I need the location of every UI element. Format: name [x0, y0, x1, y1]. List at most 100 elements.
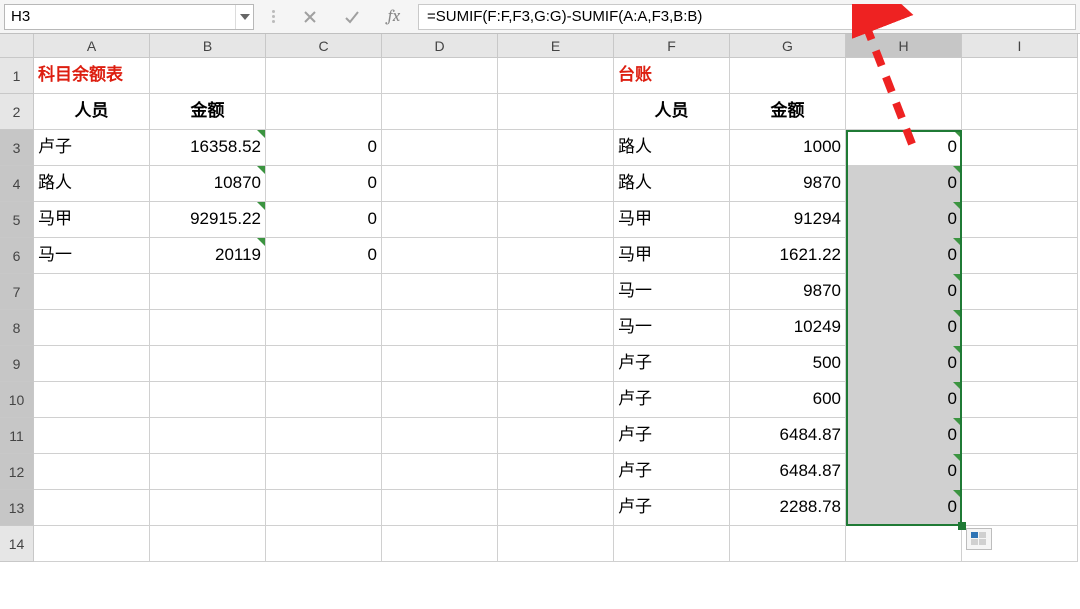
- cell[interactable]: 金额: [730, 94, 846, 130]
- cell[interactable]: [382, 166, 498, 202]
- cell[interactable]: [498, 526, 614, 562]
- cell-active[interactable]: 0: [846, 130, 962, 166]
- name-box[interactable]: [5, 5, 235, 29]
- cell[interactable]: [382, 274, 498, 310]
- cell[interactable]: [962, 310, 1078, 346]
- cell[interactable]: 16358.52: [150, 130, 266, 166]
- row-header[interactable]: 10: [0, 382, 34, 418]
- col-header-A[interactable]: A: [34, 34, 150, 58]
- cell[interactable]: 0: [846, 274, 962, 310]
- cell[interactable]: [266, 58, 382, 94]
- cell[interactable]: 6484.87: [730, 418, 846, 454]
- col-header-D[interactable]: D: [382, 34, 498, 58]
- col-header-B[interactable]: B: [150, 34, 266, 58]
- cell[interactable]: [962, 382, 1078, 418]
- cell[interactable]: [266, 310, 382, 346]
- row-header[interactable]: 8: [0, 310, 34, 346]
- cell[interactable]: [34, 310, 150, 346]
- cell[interactable]: 路人: [34, 166, 150, 202]
- cell[interactable]: [962, 274, 1078, 310]
- cell[interactable]: [962, 238, 1078, 274]
- col-header-H[interactable]: H: [846, 34, 962, 58]
- row-header[interactable]: 6: [0, 238, 34, 274]
- cell[interactable]: 路人: [614, 130, 730, 166]
- cell[interactable]: 0: [266, 130, 382, 166]
- cell[interactable]: 卢子: [34, 130, 150, 166]
- cell[interactable]: [150, 274, 266, 310]
- row-header[interactable]: 12: [0, 454, 34, 490]
- cell[interactable]: [962, 418, 1078, 454]
- cell[interactable]: [266, 382, 382, 418]
- cell[interactable]: 人员: [34, 94, 150, 130]
- cell[interactable]: 马甲: [34, 202, 150, 238]
- cell[interactable]: 10870: [150, 166, 266, 202]
- cell[interactable]: [962, 202, 1078, 238]
- col-header-I[interactable]: I: [962, 34, 1078, 58]
- cell[interactable]: 马一: [34, 238, 150, 274]
- cell[interactable]: [498, 130, 614, 166]
- cell[interactable]: 9870: [730, 166, 846, 202]
- cell[interactable]: [498, 346, 614, 382]
- cell[interactable]: 马甲: [614, 238, 730, 274]
- cell[interactable]: [962, 346, 1078, 382]
- cell[interactable]: 0: [846, 202, 962, 238]
- cell[interactable]: [34, 274, 150, 310]
- cell[interactable]: [498, 490, 614, 526]
- cell[interactable]: 科目余额表: [34, 58, 150, 94]
- row-header[interactable]: 3: [0, 130, 34, 166]
- row-header[interactable]: 13: [0, 490, 34, 526]
- cell[interactable]: [266, 94, 382, 130]
- cell[interactable]: [382, 58, 498, 94]
- paste-options-button[interactable]: [966, 528, 992, 550]
- cell[interactable]: [266, 490, 382, 526]
- col-header-G[interactable]: G: [730, 34, 846, 58]
- cell[interactable]: [962, 166, 1078, 202]
- cell[interactable]: [498, 58, 614, 94]
- cell[interactable]: [34, 490, 150, 526]
- cell[interactable]: [498, 166, 614, 202]
- cell[interactable]: [498, 94, 614, 130]
- row-header[interactable]: 11: [0, 418, 34, 454]
- cell[interactable]: [498, 202, 614, 238]
- cell[interactable]: [34, 382, 150, 418]
- cell[interactable]: [382, 202, 498, 238]
- cell[interactable]: 马一: [614, 274, 730, 310]
- formula-bar-resizer[interactable]: [260, 4, 286, 30]
- cell[interactable]: 600: [730, 382, 846, 418]
- cell[interactable]: 卢子: [614, 418, 730, 454]
- cell[interactable]: 卢子: [614, 454, 730, 490]
- cell[interactable]: 0: [846, 382, 962, 418]
- cell[interactable]: 1000: [730, 130, 846, 166]
- cell[interactable]: 0: [846, 238, 962, 274]
- cell[interactable]: 0: [846, 166, 962, 202]
- cell[interactable]: [498, 382, 614, 418]
- cell[interactable]: 91294: [730, 202, 846, 238]
- cell[interactable]: [150, 490, 266, 526]
- cell[interactable]: 0: [266, 166, 382, 202]
- row-header[interactable]: 2: [0, 94, 34, 130]
- cell[interactable]: [382, 94, 498, 130]
- cell[interactable]: [382, 526, 498, 562]
- cell[interactable]: [382, 130, 498, 166]
- select-all-corner[interactable]: [0, 34, 34, 58]
- cell[interactable]: [266, 526, 382, 562]
- cell[interactable]: [498, 274, 614, 310]
- row-header[interactable]: 5: [0, 202, 34, 238]
- cell[interactable]: [382, 382, 498, 418]
- fill-handle[interactable]: [958, 522, 966, 530]
- cell[interactable]: 卢子: [614, 382, 730, 418]
- cell[interactable]: [382, 310, 498, 346]
- row-header[interactable]: 9: [0, 346, 34, 382]
- cell[interactable]: 20119: [150, 238, 266, 274]
- cell[interactable]: 2288.78: [730, 490, 846, 526]
- cell[interactable]: [150, 526, 266, 562]
- cell[interactable]: [150, 310, 266, 346]
- cell[interactable]: 6484.87: [730, 454, 846, 490]
- cell[interactable]: 路人: [614, 166, 730, 202]
- name-box-dropdown[interactable]: [235, 5, 253, 29]
- cell[interactable]: [962, 130, 1078, 166]
- cell[interactable]: [962, 94, 1078, 130]
- row-header[interactable]: 14: [0, 526, 34, 562]
- cell[interactable]: [34, 526, 150, 562]
- cell[interactable]: 0: [846, 454, 962, 490]
